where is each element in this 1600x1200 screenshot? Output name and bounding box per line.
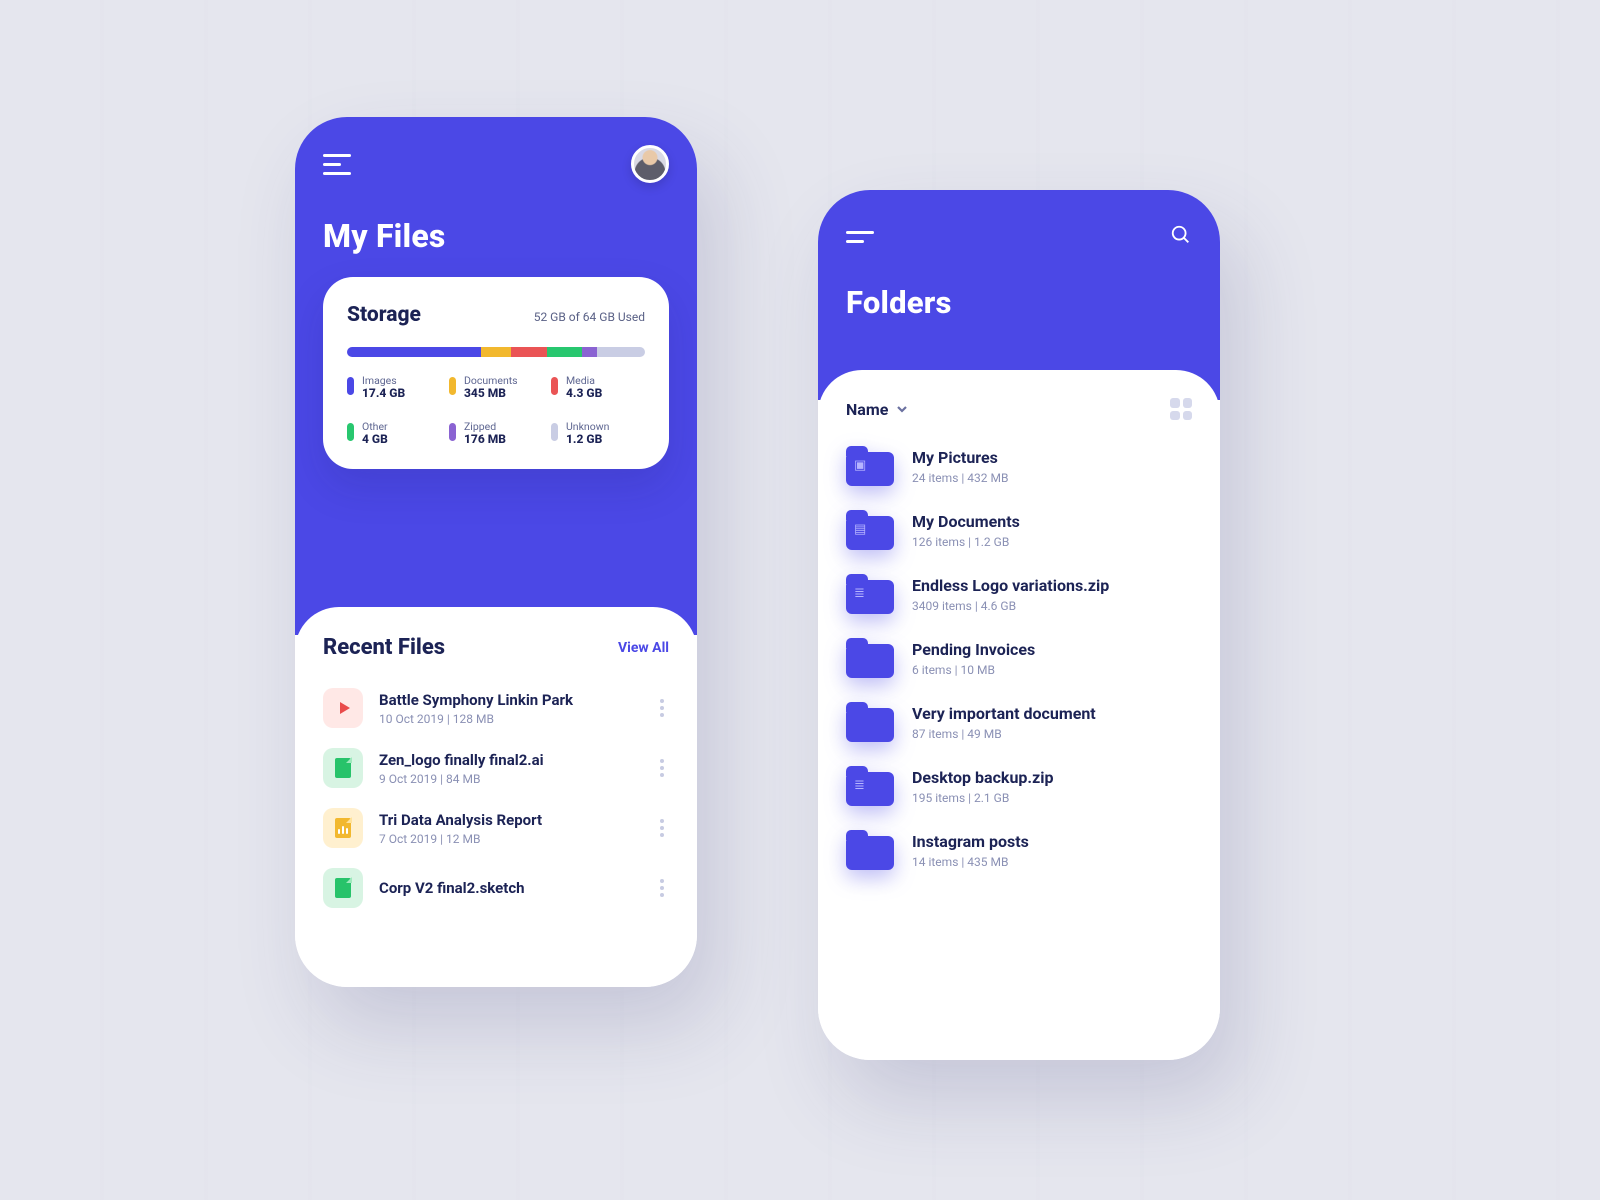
bar-segment-media [511,347,547,357]
more-icon[interactable] [655,819,669,837]
legend-color [551,377,558,395]
folders-sheet: Name ▣ My Pictures 24 items | 432 MB ▤ My Do… [818,370,1220,1060]
folder-icon [846,702,894,742]
folder-row[interactable]: Pending Invoices 6 items | 10 MB [846,626,1192,690]
folder-name: Endless Logo variations.zip [912,576,1192,595]
hero: My Files Storage 52 GB of 64 GB Used Ima… [295,117,697,635]
folder-subtext: 87 items | 49 MB [912,727,1192,741]
file-name: Zen_logo finally final2.ai [379,751,639,769]
legend-color [347,377,354,395]
folder-name: Very important document [912,704,1192,723]
folder-name: Desktop backup.zip [912,768,1192,787]
legend-color [449,423,456,441]
legend-unknown: Unknown1.2 GB [551,421,645,447]
storage-card: Storage 52 GB of 64 GB Used Images17.4 G… [323,277,669,469]
legend-value: 176 MB [464,433,506,447]
legend-color [449,377,456,395]
legend-other: Other4 GB [347,421,441,447]
file-row[interactable]: Tri Data Analysis Report 7 Oct 2019 | 12 … [323,798,669,858]
folder-name: My Pictures [912,448,1192,467]
folder-subtext: 6 items | 10 MB [912,663,1192,677]
sort-button[interactable]: Name [846,400,908,419]
bar-segment-other [547,347,583,357]
folder-subtext: 24 items | 432 MB [912,471,1192,485]
file-type-icon [323,688,363,728]
storage-bar [347,347,645,357]
chevron-down-icon [896,403,908,415]
bar-segment-zipped [582,347,597,357]
storage-heading: Storage [347,303,421,327]
file-subtext: 7 Oct 2019 | 12 MB [379,832,639,846]
bar-segment-unknown [597,347,645,357]
folder-subtext: 195 items | 2.1 GB [912,791,1192,805]
legend-media: Media4.3 GB [551,375,645,401]
folder-icon [846,638,894,678]
search-icon[interactable] [1170,224,1192,250]
legend-zipped: Zipped176 MB [449,421,543,447]
view-all-link[interactable]: View All [618,640,669,656]
phone-my-files: My Files Storage 52 GB of 64 GB Used Ima… [295,117,697,987]
avatar[interactable] [631,145,669,183]
legend-value: 4 GB [362,433,388,447]
folder-row[interactable]: ≣ Endless Logo variations.zip 3409 items |… [846,562,1192,626]
legend-value: 4.3 GB [566,387,602,401]
file-name: Tri Data Analysis Report [379,811,639,829]
legend-images: Images17.4 GB [347,375,441,401]
file-row[interactable]: Zen_logo finally final2.ai 9 Oct 2019 | 8… [323,738,669,798]
folder-subtext: 14 items | 435 MB [912,855,1192,869]
phone-folders: Folders Name ▣ My Pictures 24 items | 432 … [818,190,1220,1060]
hero: Folders [818,190,1220,400]
folder-subtext: 126 items | 1.2 GB [912,535,1192,549]
folder-icon: ▣ [846,446,894,486]
legend-color [347,423,354,441]
file-row[interactable]: Corp V2 final2.sketch [323,858,669,918]
folder-icon: ≣ [846,574,894,614]
legend-value: 1.2 GB [566,433,609,447]
menu-icon[interactable] [323,154,353,174]
folder-name: Instagram posts [912,832,1192,851]
folder-icon: ▤ [846,510,894,550]
recent-sheet: Recent Files View All Battle Symphony Li… [295,607,697,987]
file-type-icon [323,808,363,848]
grid-view-icon[interactable] [1170,398,1192,420]
storage-summary: 52 GB of 64 GB Used [534,310,645,324]
legend-color [551,423,558,441]
bar-segment-documents [481,347,511,357]
folder-row[interactable]: ≣ Desktop backup.zip 195 items | 2.1 GB [846,754,1192,818]
folder-name: My Documents [912,512,1192,531]
folder-row[interactable]: ▤ My Documents 126 items | 1.2 GB [846,498,1192,562]
sort-label: Name [846,400,888,419]
more-icon[interactable] [655,879,669,897]
folder-name: Pending Invoices [912,640,1192,659]
folder-row[interactable]: Very important document 87 items | 49 MB [846,690,1192,754]
folder-row[interactable]: Instagram posts 14 items | 435 MB [846,818,1192,882]
file-name: Battle Symphony Linkin Park [379,691,639,709]
file-subtext: 9 Oct 2019 | 84 MB [379,772,639,786]
folder-icon [846,830,894,870]
file-row[interactable]: Battle Symphony Linkin Park 10 Oct 2019 |… [323,678,669,738]
legend-value: 17.4 GB [362,387,405,401]
legend-value: 345 MB [464,387,518,401]
folder-row[interactable]: ▣ My Pictures 24 items | 432 MB [846,434,1192,498]
bar-segment-images [347,347,481,357]
file-type-icon [323,748,363,788]
more-icon[interactable] [655,759,669,777]
legend-documents: Documents345 MB [449,375,543,401]
file-type-icon [323,868,363,908]
page-title: Folders [846,284,1192,321]
folder-icon: ≣ [846,766,894,806]
more-icon[interactable] [655,699,669,717]
page-title: My Files [323,217,669,255]
file-name: Corp V2 final2.sketch [379,879,639,897]
menu-icon[interactable] [846,231,876,244]
recent-heading: Recent Files [323,635,445,660]
file-subtext: 10 Oct 2019 | 128 MB [379,712,639,726]
folder-subtext: 3409 items | 4.6 GB [912,599,1192,613]
